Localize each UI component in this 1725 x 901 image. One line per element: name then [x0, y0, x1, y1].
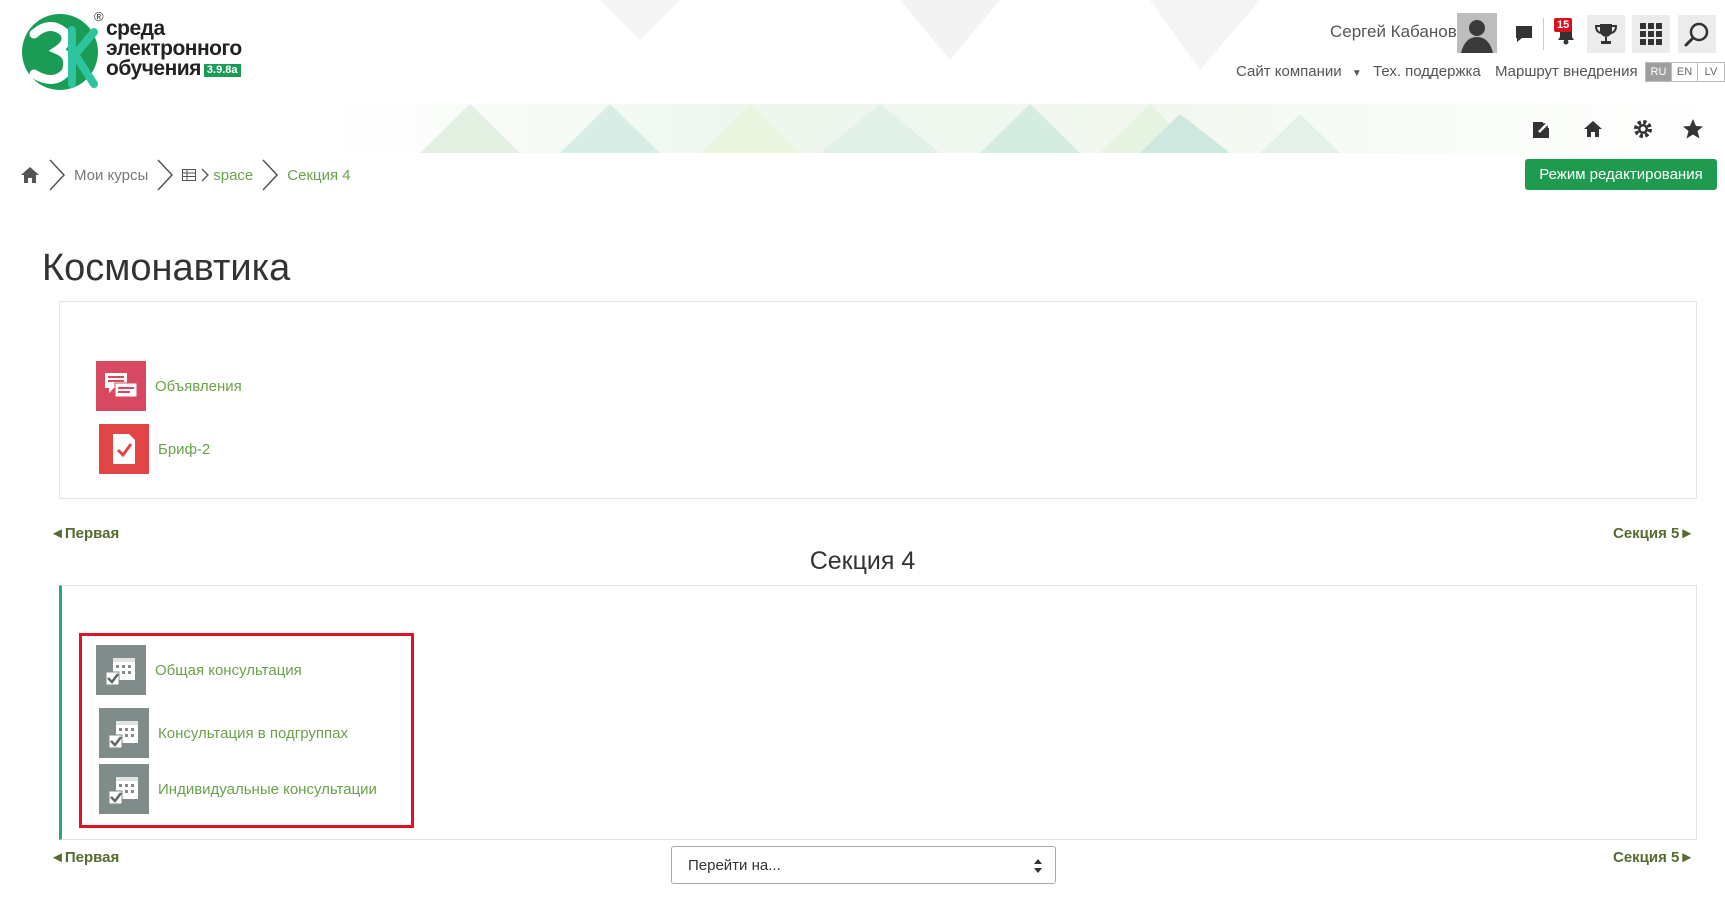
- jump-to-placeholder: Перейти на...: [688, 856, 781, 874]
- grid-icon: [1640, 23, 1662, 45]
- avatar-silhouette-icon: [1457, 13, 1497, 53]
- roadmap-link[interactable]: Маршрут внедрения: [1495, 63, 1638, 80]
- registered-mark: ®: [94, 9, 104, 24]
- open-course-button[interactable]: [1529, 116, 1555, 142]
- breadcrumb-separator-icon: [157, 159, 174, 191]
- support-link[interactable]: Тех. поддержка: [1373, 63, 1481, 80]
- home-icon: [1584, 121, 1602, 137]
- version-badge: 3.9.8a: [203, 64, 241, 77]
- activity-label: Объявления: [155, 377, 242, 395]
- apps-button[interactable]: [1632, 15, 1670, 53]
- breadcrumb: Мои курсы space Секция 4: [20, 159, 351, 191]
- chevron-right-icon: [201, 168, 210, 182]
- user-name[interactable]: Сергей Кабанов: [1330, 22, 1457, 42]
- logo-mark-icon: [22, 14, 98, 90]
- search-button[interactable]: [1678, 15, 1716, 53]
- chat-icon: [1516, 26, 1532, 42]
- search-icon: [1684, 22, 1709, 47]
- notifications-badge: 15: [1554, 18, 1573, 32]
- logo-line-3-text: обучения: [106, 57, 201, 80]
- lang-ru[interactable]: RU: [1646, 63, 1672, 81]
- edit-mode-button[interactable]: Режим редактирования: [1525, 159, 1717, 190]
- chevron-down-icon: ▼: [1351, 68, 1362, 79]
- company-site-dropdown[interactable]: Сайт компании ▼: [1236, 63, 1362, 80]
- breadcrumb-my-courses[interactable]: Мои курсы: [74, 167, 148, 184]
- achievements-button[interactable]: [1587, 15, 1625, 53]
- breadcrumb-category[interactable]: space: [213, 167, 253, 184]
- logo-line-3: обучения 3.9.8a: [106, 57, 242, 80]
- logo-line-2: электронного: [106, 37, 242, 60]
- nav-next-section-bottom[interactable]: Секция 5►: [1613, 849, 1694, 866]
- general-section: [59, 301, 1697, 499]
- nav-next-section-top[interactable]: Секция 5►: [1613, 525, 1694, 542]
- lang-lv[interactable]: LV: [1698, 63, 1724, 81]
- nav-first-top[interactable]: ◄Первая: [50, 525, 119, 542]
- company-site-label: Сайт компании: [1236, 63, 1342, 80]
- activity-announcements[interactable]: Объявления: [96, 361, 242, 411]
- page-title: Космонавтика: [42, 247, 291, 289]
- logo[interactable]: ® среда электронного обучения 3.9.8a: [20, 9, 250, 94]
- home-icon[interactable]: [20, 166, 40, 184]
- avatar[interactable]: [1457, 13, 1497, 53]
- logo-text: среда электронного обучения 3.9.8a: [106, 17, 242, 80]
- category-table-icon: [182, 169, 197, 181]
- jump-to-select[interactable]: Перейти на...: [671, 846, 1056, 884]
- logo-line-1: среда: [106, 17, 165, 40]
- lang-en[interactable]: EN: [1672, 63, 1698, 81]
- settings-button[interactable]: [1630, 116, 1656, 142]
- section-title: Секция 4: [809, 547, 916, 575]
- home-button[interactable]: [1580, 116, 1606, 142]
- star-icon: [1683, 119, 1703, 139]
- assignment-icon: [99, 424, 149, 474]
- select-arrows-icon: [1034, 859, 1042, 873]
- messages-button[interactable]: [1505, 15, 1543, 53]
- header-divider: [1543, 18, 1544, 50]
- breadcrumb-separator-icon: [49, 159, 66, 191]
- header: ® среда электронного обучения 3.9.8a Серг…: [0, 0, 1725, 153]
- highlight-frame: [79, 633, 414, 828]
- gear-icon: [1634, 120, 1652, 138]
- forum-icon: [96, 361, 146, 411]
- favorite-button[interactable]: [1680, 116, 1706, 142]
- activity-label: Бриф-2: [158, 440, 211, 458]
- nav-first-bottom[interactable]: ◄Первая: [50, 849, 119, 866]
- trophy-icon: [1594, 24, 1618, 44]
- activity-brief-2[interactable]: Бриф-2: [99, 424, 210, 474]
- breadcrumb-current-section[interactable]: Секция 4: [287, 167, 350, 184]
- language-switcher: RU EN LV: [1645, 62, 1725, 82]
- breadcrumb-separator-icon: [262, 159, 279, 191]
- external-link-icon: [1533, 120, 1551, 138]
